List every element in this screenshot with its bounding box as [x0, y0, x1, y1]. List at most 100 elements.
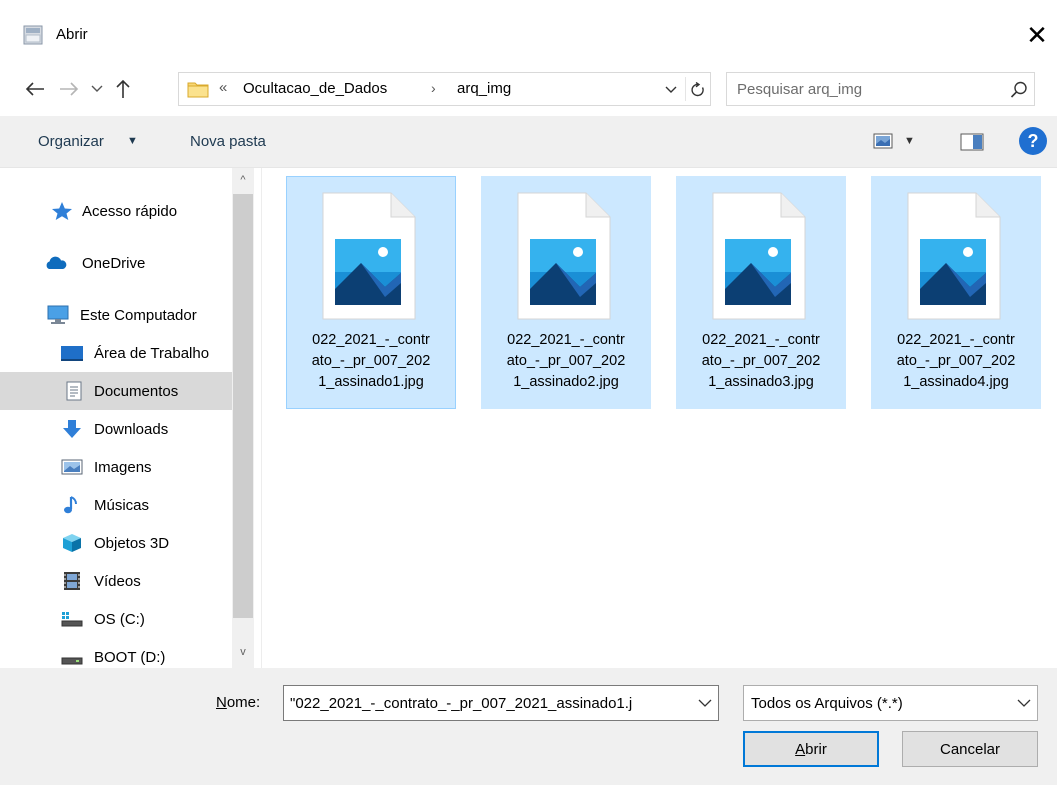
- scroll-up-button[interactable]: ^: [232, 168, 254, 192]
- close-icon: ✕: [1026, 19, 1048, 50]
- refresh-icon: [691, 82, 704, 97]
- arrow-right-icon: [60, 82, 79, 96]
- sidebar-item-label: Acesso rápido: [82, 202, 178, 220]
- sidebar-item-objetos-3d[interactable]: Objetos 3D: [0, 524, 232, 562]
- image-file-icon: [322, 192, 416, 320]
- file-name: 022_2021_-_contr ato_-_pr_007_202 1_assi…: [701, 332, 821, 390]
- sidebar-item-os-c[interactable]: OS (C:): [0, 600, 232, 638]
- chevron-down-icon: [91, 85, 103, 92]
- view-options-caret-icon[interactable]: ▼: [904, 135, 915, 147]
- arrow-left-icon: [25, 82, 44, 96]
- address-bar[interactable]: « Ocultacao_de_Dados › arq_img: [178, 72, 711, 106]
- file-item[interactable]: 022_2021_-_contr ato_-_pr_007_202 1_assi…: [481, 176, 651, 409]
- sidebar-item-area-de-trabalho[interactable]: Área de Trabalho: [0, 334, 232, 372]
- sidebar-item-label: Vídeos: [94, 572, 141, 590]
- sidebar-item-label: Músicas: [94, 496, 150, 514]
- chevron-down-icon[interactable]: [697, 695, 713, 711]
- sidebar-scrollbar[interactable]: ^ v: [232, 168, 254, 668]
- objects-3d-icon: [63, 534, 81, 552]
- recent-locations-button[interactable]: [86, 76, 108, 102]
- organize-caret-icon[interactable]: ▼: [127, 135, 138, 147]
- music-icon: [64, 496, 77, 514]
- address-dropdown-button[interactable]: [662, 79, 680, 101]
- computer-icon: [47, 305, 69, 324]
- refresh-button[interactable]: [686, 78, 710, 102]
- file-name: 022_2021_-_contr ato_-_pr_007_202 1_assi…: [896, 332, 1016, 390]
- pictures-icon: [61, 459, 83, 475]
- breadcrumb-arq-img[interactable]: arq_img: [457, 80, 511, 97]
- download-icon: [63, 420, 81, 438]
- cancel-button[interactable]: Cancelar: [902, 731, 1038, 767]
- sidebar-item-label: Objetos 3D: [94, 534, 170, 552]
- sidebar-item-acesso-rapido[interactable]: Acesso rápido: [0, 192, 232, 230]
- sidebar-item-label: Área de Trabalho: [94, 344, 210, 362]
- chevron-down-icon[interactable]: [1016, 695, 1032, 711]
- breadcrumb-separator[interactable]: ›: [431, 80, 436, 96]
- cloud-icon: [46, 256, 67, 269]
- desktop-icon: [61, 346, 83, 361]
- up-button[interactable]: [110, 76, 136, 102]
- dialog-app-icon: [23, 25, 43, 45]
- sidebar-item-downloads[interactable]: Downloads: [0, 410, 232, 448]
- file-name: 022_2021_-_contr ato_-_pr_007_202 1_assi…: [506, 332, 626, 390]
- sidebar-item-videos[interactable]: Vídeos: [0, 562, 232, 600]
- chevron-up-icon: ^: [240, 174, 246, 186]
- sidebar-item-label: Este Computador: [80, 306, 197, 324]
- sidebar-item-este-computador[interactable]: Este Computador: [0, 296, 232, 334]
- view-options-icon[interactable]: [873, 132, 893, 150]
- new-folder-button[interactable]: Nova pasta: [190, 133, 266, 150]
- preview-pane-icon[interactable]: [960, 132, 984, 152]
- help-button[interactable]: ?: [1019, 127, 1047, 155]
- drive-c-icon: [61, 612, 83, 627]
- arrow-up-icon: [116, 79, 130, 98]
- scroll-down-button[interactable]: v: [232, 640, 254, 664]
- forward-button[interactable]: [56, 76, 82, 102]
- sidebar-item-label: BOOT (D:): [94, 648, 166, 666]
- breadcrumb-ocultacao-de-dados[interactable]: Ocultacao_de_Dados: [243, 80, 387, 97]
- navigation-pane: Acesso rápido OneDrive Este Computador Á…: [0, 168, 262, 668]
- file-item[interactable]: 022_2021_-_contr ato_-_pr_007_202 1_assi…: [676, 176, 846, 409]
- sidebar-item-label: Documentos: [94, 382, 179, 400]
- file-name-input[interactable]: "022_2021_-_contrato_-_pr_007_2021_assin…: [290, 695, 686, 712]
- sidebar-item-label: Downloads: [94, 420, 169, 438]
- scroll-thumb[interactable]: [233, 194, 253, 618]
- image-file-icon: [907, 192, 1001, 320]
- file-list-view: 022_2021_-_contr ato_-_pr_007_202 1_assi…: [262, 168, 1057, 668]
- sidebar-item-musicas[interactable]: Músicas: [0, 486, 232, 524]
- file-item[interactable]: 022_2021_-_contr ato_-_pr_007_202 1_assi…: [871, 176, 1041, 409]
- file-name: 022_2021_-_contr ato_-_pr_007_202 1_assi…: [311, 332, 431, 390]
- search-icon[interactable]: [1009, 80, 1029, 100]
- sidebar-item-imagens[interactable]: Imagens: [0, 448, 232, 486]
- documents-icon: [66, 381, 82, 401]
- sidebar-item-label: OS (C:): [94, 610, 145, 628]
- folder-icon: [187, 82, 209, 98]
- image-file-icon: [712, 192, 806, 320]
- search-box[interactable]: [726, 72, 1035, 106]
- search-input[interactable]: [737, 79, 987, 99]
- file-name-label: Nome:: [216, 694, 261, 711]
- open-button[interactable]: Abrir: [743, 731, 879, 767]
- sidebar-item-boot-d[interactable]: BOOT (D:): [0, 638, 232, 668]
- back-button[interactable]: [22, 76, 48, 102]
- command-toolbar: Organizar ▼ Nova pasta ▼ ?: [0, 116, 1057, 168]
- address-overflow-chevron[interactable]: «: [219, 79, 227, 96]
- chevron-down-icon: [665, 86, 677, 93]
- sidebar-item-label: OneDrive: [82, 254, 146, 272]
- sidebar-item-onedrive[interactable]: OneDrive: [0, 244, 232, 282]
- help-icon: ?: [1027, 130, 1039, 151]
- close-button[interactable]: ✕: [1018, 16, 1056, 54]
- chevron-down-icon: v: [240, 646, 246, 658]
- window-title: Abrir: [56, 26, 88, 43]
- star-icon: [52, 202, 72, 220]
- navigation-bar: « Ocultacao_de_Dados › arq_img: [0, 62, 1057, 116]
- file-item[interactable]: 022_2021_-_contr ato_-_pr_007_202 1_assi…: [286, 176, 456, 409]
- sidebar-item-documentos[interactable]: Documentos: [0, 372, 232, 410]
- file-name-combobox[interactable]: "022_2021_-_contrato_-_pr_007_2021_assin…: [283, 685, 719, 721]
- dialog-footer: Nome: "022_2021_-_contrato_-_pr_007_2021…: [0, 668, 1057, 785]
- organize-button[interactable]: Organizar: [38, 133, 104, 150]
- videos-icon: [64, 572, 80, 590]
- file-type-select[interactable]: Todos os Arquivos (*.*): [743, 685, 1038, 721]
- drive-d-icon: [61, 657, 83, 665]
- title-bar: Abrir ✕: [0, 0, 1057, 62]
- sidebar-item-label: Imagens: [94, 458, 152, 476]
